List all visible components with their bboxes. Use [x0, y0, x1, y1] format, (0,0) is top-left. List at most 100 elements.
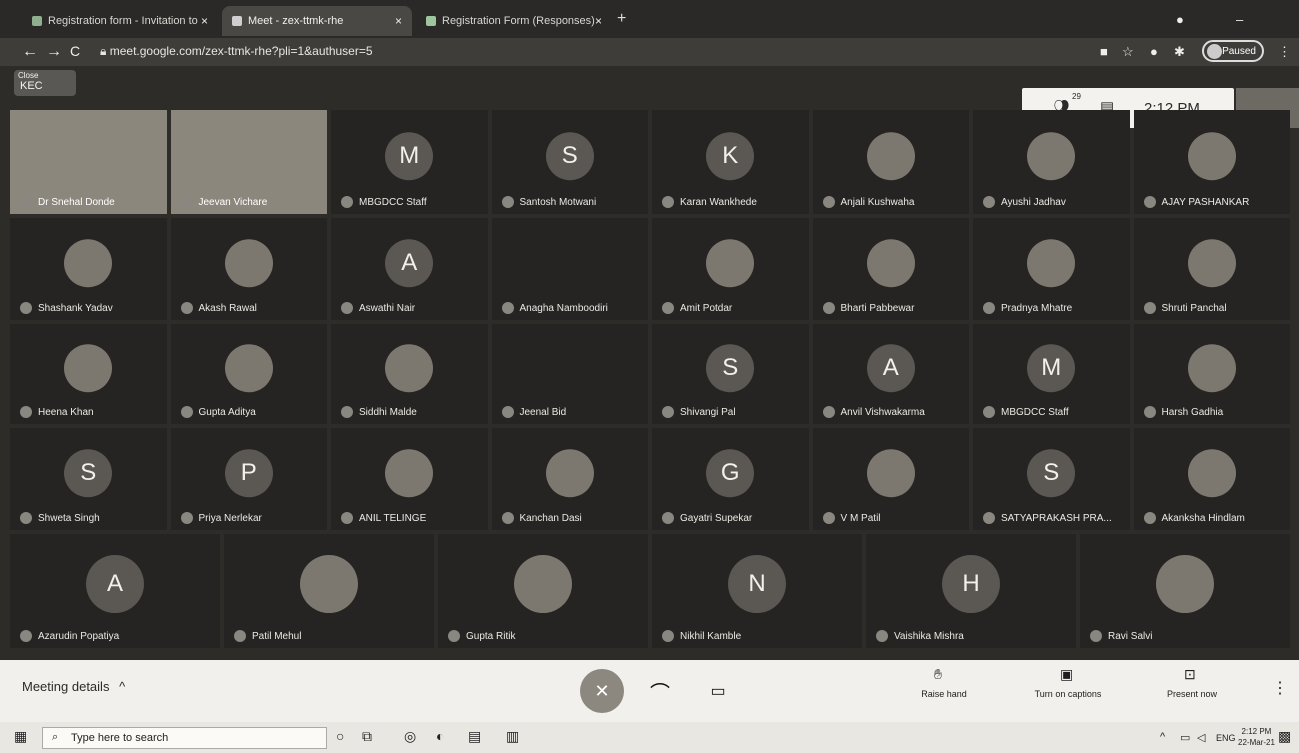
edge-icon[interactable]: ◐ [436, 728, 444, 744]
participant-tile[interactable]: Heena Khan [10, 324, 167, 424]
participant-tile[interactable]: K Karan Wankhede [652, 110, 809, 214]
present-now-button[interactable]: Present now [1158, 689, 1226, 699]
close-badge[interactable]: Close KEC [14, 70, 76, 96]
close-tab-icon[interactable]: × [595, 14, 602, 28]
volume-icon[interactable]: ◁ [1197, 731, 1205, 744]
participant-tile[interactable]: A Anvil Vishwakarma [812, 324, 969, 424]
search-icon: ⌕ [52, 731, 59, 743]
start-icon[interactable]: ▦ [14, 728, 27, 745]
participant-name-label: MBGDCC Staff [359, 196, 427, 208]
tab-registration-responses[interactable]: Registration Form (Responses) × [416, 6, 612, 36]
participant-name: Anagha Namboodiri [501, 302, 608, 314]
captions-button[interactable]: Turn on captions [1026, 689, 1110, 699]
captions-icon[interactable]: ▣ [1060, 666, 1073, 683]
participant-tile[interactable]: AJAY PASHANKAR [1133, 110, 1290, 214]
url-field[interactable]: 🔒︎ meet.google.com/zex-ttmk-rhe?pli=1&au… [100, 44, 373, 59]
task-view-icon[interactable]: ⧉ [362, 728, 372, 745]
participant-tile[interactable]: S Shweta Singh [10, 428, 167, 530]
participant-tile[interactable]: Pradnya Mhatre [973, 218, 1130, 320]
avatar [514, 555, 572, 614]
participant-tile[interactable]: S Santosh Motwani [491, 110, 648, 214]
network-icon[interactable]: ▭ [1180, 731, 1190, 744]
participant-name-label: Bharti Pabbewar [840, 302, 915, 314]
participant-tile[interactable]: H Vaishika Mishra [866, 534, 1076, 648]
participant-tile[interactable]: Gupta Aditya [170, 324, 327, 424]
participant-tile[interactable]: Anagha Namboodiri [491, 218, 648, 320]
puzzle-icon[interactable]: ✱ [1174, 44, 1185, 60]
participant-name-label: SATYAPRAKASH PRA... [1001, 512, 1112, 524]
back-icon[interactable]: ← [22, 43, 38, 61]
mic-muted-icon [20, 630, 32, 642]
participant-tile[interactable]: A Aswathi Nair [331, 218, 488, 320]
participant-tile[interactable]: Shruti Panchal [1133, 218, 1290, 320]
chrome-icon[interactable]: ◎ [404, 728, 416, 745]
mic-muted-icon [1143, 302, 1156, 314]
present-icon[interactable]: ⊡ [1184, 666, 1196, 683]
avatar [1027, 239, 1076, 288]
tab-meet[interactable]: Meet - zex-ttmk-rhe × [222, 6, 412, 36]
participant-tile[interactable]: Akanksha Hindlam [1133, 428, 1290, 530]
participant-tile[interactable]: Gupta Ritik [438, 534, 648, 648]
participant-tile[interactable]: Patil Mehul [224, 534, 434, 648]
tab-registration-form[interactable]: Registration form - Invitation to × [22, 6, 218, 36]
notifications-icon[interactable]: ▩ [1278, 728, 1291, 745]
participant-tile[interactable]: Siddhi Malde [331, 324, 488, 424]
participant-name: Akanksha Hindlam [1143, 512, 1245, 524]
mic-off-button[interactable]: ✕ [580, 669, 624, 713]
cast-icon[interactable]: ■ [1100, 44, 1108, 59]
file-explorer-icon[interactable]: ▤ [468, 728, 481, 745]
forward-icon[interactable]: → [46, 43, 62, 61]
more-options-icon[interactable]: ⋮ [1272, 678, 1288, 698]
participant-tile[interactable]: Ayushi Jadhav [973, 110, 1130, 214]
participant-tile[interactable]: M MBGDCC Staff [331, 110, 488, 214]
participant-tile[interactable]: N Nikhil Kamble [652, 534, 862, 648]
meeting-details-button[interactable]: Meeting details ^ [22, 679, 125, 694]
profile-icon[interactable]: ● [1176, 12, 1184, 27]
participant-tile[interactable]: G Gayatri Supekar [652, 428, 809, 530]
participant-tile[interactable]: A Azarudin Popatiya [10, 534, 220, 648]
participant-tile[interactable]: S Shivangi Pal [652, 324, 809, 424]
extension-icon[interactable]: ● [1150, 44, 1158, 59]
raise-hand-icon[interactable]: ✋︎ [934, 666, 942, 683]
avatar [224, 344, 273, 393]
close-tab-icon[interactable]: × [395, 14, 402, 28]
participant-tile[interactable]: S SATYAPRAKASH PRA... [973, 428, 1130, 530]
participant-tile[interactable]: V M Patil [812, 428, 969, 530]
avatar: K [706, 132, 755, 181]
reload-icon[interactable]: C [70, 43, 80, 59]
minimize-icon[interactable]: – [1236, 12, 1243, 27]
raise-hand-button[interactable]: Raise hand [918, 689, 970, 699]
participant-tile[interactable]: Jeevan Vichare [170, 110, 327, 214]
participant-tile[interactable]: Dr Snehal Donde [10, 110, 167, 214]
participant-tile[interactable]: Shashank Yadav [10, 218, 167, 320]
participant-tile[interactable]: Amit Potdar [652, 218, 809, 320]
participant-tile[interactable]: Bharti Pabbewar [812, 218, 969, 320]
store-icon[interactable]: ▥ [506, 728, 519, 745]
participant-tile[interactable]: Akash Rawal [170, 218, 327, 320]
participant-tile[interactable]: Ravi Salvi [1080, 534, 1290, 648]
profile-paused-button[interactable]: Paused [1202, 40, 1264, 62]
language-indicator[interactable]: ENG [1216, 733, 1236, 743]
browser-menu-icon[interactable]: ⋮ [1278, 44, 1291, 60]
taskbar-clock[interactable]: 2:12 PM 22-Mar-21 [1238, 726, 1275, 748]
participant-tile[interactable]: Jeenal Bid [491, 324, 648, 424]
participant-tile[interactable]: Anjali Kushwaha [812, 110, 969, 214]
participant-tile[interactable]: ANIL TELINGE [331, 428, 488, 530]
mic-off-icon: ✕ [594, 680, 610, 701]
participant-tile[interactable]: Harsh Gadhia [1133, 324, 1290, 424]
camera-button[interactable]: ▭ [698, 671, 738, 711]
participant-tile[interactable]: P Priya Nerlekar [170, 428, 327, 530]
mic-muted-icon [876, 630, 888, 642]
tray-chevron-icon[interactable]: ^ [1160, 731, 1165, 743]
taskbar-search[interactable]: ⌕ Type here to search [42, 727, 327, 749]
participant-name-label: Jeevan Vichare [198, 196, 268, 208]
participant-tile[interactable]: M MBGDCC Staff [973, 324, 1130, 424]
close-tab-icon[interactable]: × [201, 14, 208, 28]
avatar [385, 344, 434, 393]
bookmark-star-icon[interactable]: ☆ [1122, 44, 1134, 60]
new-tab-button[interactable]: + [617, 10, 626, 28]
leave-call-button[interactable]: ⌒ [640, 671, 680, 711]
avatar [385, 449, 434, 498]
cortana-icon[interactable]: ○ [336, 728, 344, 744]
participant-tile[interactable]: Kanchan Dasi [491, 428, 648, 530]
